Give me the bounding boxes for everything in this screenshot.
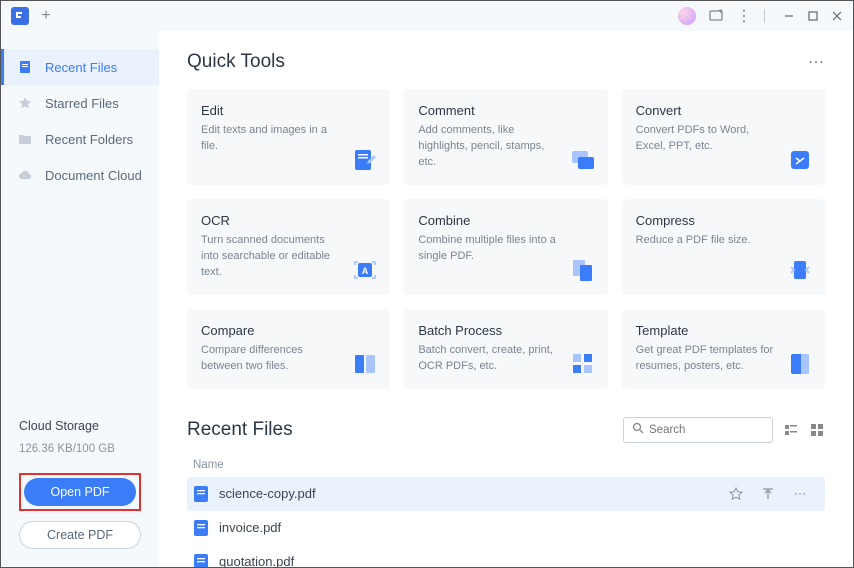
- file-name: invoice.pdf: [219, 520, 819, 535]
- card-title: Edit: [201, 103, 376, 118]
- compare-icon: [352, 351, 378, 377]
- card-compress[interactable]: Compress Reduce a PDF file size.: [622, 199, 825, 295]
- svg-text:A: A: [362, 266, 369, 276]
- card-desc: Reduce a PDF file size.: [636, 233, 811, 249]
- card-desc: Compare differences between two files.: [201, 343, 376, 375]
- kebab-menu-icon[interactable]: ⋮: [736, 8, 752, 24]
- upload-file-icon[interactable]: [761, 487, 775, 501]
- quick-tools-grid: Edit Edit texts and images in a file. Co…: [187, 89, 825, 389]
- pdf-file-icon: [193, 554, 209, 568]
- file-row[interactable]: science-copy.pdf ⋯: [187, 477, 825, 511]
- sidebar-item-recent-folders[interactable]: Recent Folders: [1, 121, 159, 157]
- cloud-icon: [17, 167, 33, 183]
- folder-icon: [17, 131, 33, 147]
- recent-files-title: Recent Files: [187, 419, 293, 441]
- grid-view-icon[interactable]: [809, 422, 825, 438]
- search-box[interactable]: [623, 417, 773, 443]
- card-compare[interactable]: Compare Compare differences between two …: [187, 309, 390, 389]
- main-content: Quick Tools ⋯ Edit Edit texts and images…: [159, 31, 853, 567]
- card-template[interactable]: Template Get great PDF templates for res…: [622, 309, 825, 389]
- card-desc: Get great PDF templates for resumes, pos…: [636, 343, 811, 375]
- file-row[interactable]: invoice.pdf: [187, 511, 825, 545]
- card-title: Template: [636, 323, 811, 338]
- batch-icon: [570, 351, 596, 377]
- card-title: Batch Process: [418, 323, 593, 338]
- edit-icon: [352, 147, 378, 173]
- card-edit[interactable]: Edit Edit texts and images in a file.: [187, 89, 390, 185]
- sidebar: Recent Files Starred Files Recent Folder…: [1, 31, 159, 567]
- file-name: quotation.pdf: [219, 554, 819, 567]
- titlebar: + ⋮: [1, 1, 853, 31]
- convert-icon: [787, 147, 813, 173]
- card-title: Compress: [636, 213, 811, 228]
- sidebar-item-starred-files[interactable]: Starred Files: [1, 85, 159, 121]
- star-file-icon[interactable]: [729, 487, 743, 501]
- sidebar-item-label: Recent Folders: [45, 132, 133, 147]
- card-title: Comment: [418, 103, 593, 118]
- card-title: Compare: [201, 323, 376, 338]
- combine-icon: [570, 257, 596, 283]
- card-desc: Add comments, like highlights, pencil, s…: [418, 123, 593, 171]
- cloud-storage-title: Cloud Storage: [19, 419, 141, 433]
- sidebar-item-label: Recent Files: [45, 60, 117, 75]
- cloud-storage-usage: 126.36 KB/100 GB: [19, 443, 141, 455]
- file-name: science-copy.pdf: [219, 486, 719, 501]
- search-input[interactable]: [649, 424, 764, 436]
- column-header-name: Name: [187, 453, 825, 477]
- pdf-file-icon: [193, 486, 209, 502]
- card-desc: Convert PDFs to Word, Excel, PPT, etc.: [636, 123, 811, 155]
- card-desc: Turn scanned documents into searchable o…: [201, 233, 376, 281]
- user-avatar[interactable]: [678, 7, 696, 25]
- card-combine[interactable]: Combine Combine multiple files into a si…: [404, 199, 607, 295]
- card-title: Convert: [636, 103, 811, 118]
- sidebar-item-label: Starred Files: [45, 96, 119, 111]
- sidebar-item-label: Document Cloud: [45, 168, 142, 183]
- card-convert[interactable]: Convert Convert PDFs to Word, Excel, PPT…: [622, 89, 825, 185]
- pdf-file-icon: [193, 520, 209, 536]
- quick-tools-title: Quick Tools: [187, 51, 285, 73]
- card-batch-process[interactable]: Batch Process Batch convert, create, pri…: [404, 309, 607, 389]
- quick-tools-more-icon[interactable]: ⋯: [808, 52, 825, 72]
- star-icon: [17, 95, 33, 111]
- list-view-icon[interactable]: [783, 422, 799, 438]
- close-button[interactable]: [831, 10, 843, 22]
- app-logo-icon: [11, 7, 29, 25]
- compress-icon: [787, 257, 813, 283]
- file-row[interactable]: quotation.pdf: [187, 545, 825, 568]
- sidebar-item-document-cloud[interactable]: Document Cloud: [1, 157, 159, 193]
- notification-icon[interactable]: [708, 8, 724, 24]
- search-icon: [632, 421, 644, 439]
- card-desc: Batch convert, create, print, OCR PDFs, …: [418, 343, 593, 375]
- card-desc: Edit texts and images in a file.: [201, 123, 376, 155]
- template-icon: [787, 351, 813, 377]
- open-pdf-button[interactable]: Open PDF: [24, 478, 136, 506]
- create-pdf-button[interactable]: Create PDF: [19, 521, 141, 549]
- card-comment[interactable]: Comment Add comments, like highlights, p…: [404, 89, 607, 185]
- ocr-icon: A: [352, 257, 378, 283]
- comment-icon: [570, 147, 596, 173]
- maximize-button[interactable]: [807, 10, 819, 22]
- file-more-icon[interactable]: ⋯: [793, 487, 807, 501]
- minimize-button[interactable]: [783, 10, 795, 22]
- open-pdf-highlight-box: Open PDF: [19, 473, 141, 511]
- card-desc: Combine multiple files into a single PDF…: [418, 233, 593, 265]
- add-tab-button[interactable]: +: [37, 7, 55, 25]
- card-title: Combine: [418, 213, 593, 228]
- card-title: OCR: [201, 213, 376, 228]
- document-icon: [17, 59, 33, 75]
- card-ocr[interactable]: OCR Turn scanned documents into searchab…: [187, 199, 390, 295]
- sidebar-item-recent-files[interactable]: Recent Files: [1, 49, 159, 85]
